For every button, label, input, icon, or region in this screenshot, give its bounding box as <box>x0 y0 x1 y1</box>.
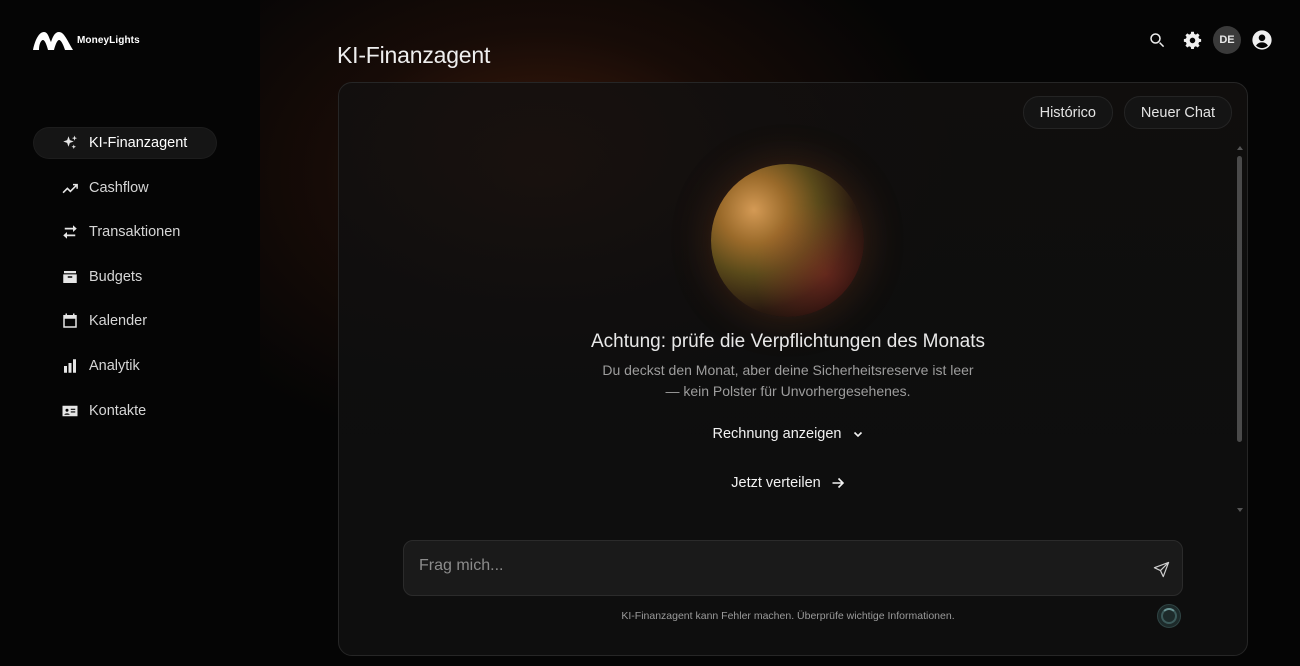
loading-spinner-icon <box>1157 604 1181 628</box>
distribute-now-label: Jetzt verteilen <box>731 475 821 491</box>
sidebar-item-label: Kalender <box>89 313 148 330</box>
search-button[interactable] <box>1143 26 1171 54</box>
assistant-orb <box>711 164 864 317</box>
brand-logo[interactable]: MoneyLights <box>33 30 140 50</box>
language-badge: DE <box>1213 26 1241 54</box>
scrollbar-thumb[interactable] <box>1237 156 1242 442</box>
user-account-icon <box>1252 30 1272 50</box>
sidebar-item-label: Kontakte <box>89 402 147 419</box>
arrow-right-icon <box>832 477 844 489</box>
show-bill-label: Rechnung anzeigen <box>712 426 842 442</box>
settings-button[interactable] <box>1178 26 1206 54</box>
sidebar-item-label: Budgets <box>89 268 143 285</box>
sparkles-icon <box>61 134 79 152</box>
archive-box-icon <box>61 268 79 286</box>
send-icon[interactable] <box>1153 561 1170 578</box>
alert-description-line: — kein Polster für Unvorhergesehenes. <box>665 383 911 399</box>
chevron-down-icon <box>853 431 862 438</box>
sidebar-item-analytik[interactable]: Analytik <box>34 351 216 381</box>
history-button[interactable]: Histórico <box>1022 96 1113 129</box>
trending-up-icon <box>61 179 79 197</box>
scroll-down-arrow[interactable] <box>1237 508 1243 512</box>
alert-description: Du deckst den Monat, aber deine Sicherhe… <box>588 360 988 402</box>
gear-icon <box>1183 31 1201 49</box>
sidebar-item-ki-finanzagent[interactable]: KI-Finanzagent <box>34 128 216 158</box>
search-icon <box>1150 33 1165 48</box>
alert-title: Achtung: prüfe die Verpflichtungen des M… <box>591 331 985 352</box>
chat-panel: Histórico Neuer Chat Achtung: prüfe die … <box>338 82 1248 656</box>
sidebar-item-label: Cashflow <box>89 179 149 196</box>
sidebar-item-label: Transaktionen <box>89 224 181 241</box>
page-title: KI-Finanzagent <box>337 42 491 69</box>
brand-mark-icon <box>33 32 73 50</box>
sidebar-item-cashflow[interactable]: Cashflow <box>34 173 216 203</box>
contact-card-icon <box>61 402 79 420</box>
sidebar-item-transaktionen[interactable]: Transaktionen <box>34 217 216 247</box>
swap-arrows-icon <box>61 223 79 241</box>
sidebar-item-kontakte[interactable]: Kontakte <box>34 396 216 426</box>
account-button[interactable] <box>1248 26 1276 54</box>
calendar-icon <box>61 312 79 330</box>
sidebar-nav: KI-Finanzagent Cashflow Transaktionen Bu… <box>34 128 216 440</box>
sidebar-item-budgets[interactable]: Budgets <box>34 262 216 292</box>
sidebar-item-kalender[interactable]: Kalender <box>34 306 216 336</box>
alert-description-line: Du deckst den Monat, aber deine Sicherhe… <box>602 362 974 378</box>
chat-input-box <box>403 540 1183 596</box>
show-bill-toggle[interactable]: Rechnung anzeigen <box>339 426 1237 442</box>
bar-chart-icon <box>61 357 79 375</box>
chat-input[interactable] <box>417 541 1121 591</box>
sidebar-item-label: Analytik <box>89 357 140 374</box>
new-chat-button[interactable]: Neuer Chat <box>1123 96 1232 129</box>
brand-name: MoneyLights <box>77 34 140 46</box>
disclaimer-text: KI-Finanzagent kann Fehler machen. Überp… <box>621 610 955 622</box>
scroll-up-arrow[interactable] <box>1237 146 1243 150</box>
language-button[interactable]: DE <box>1213 26 1241 54</box>
distribute-now-button[interactable]: Jetzt verteilen <box>339 475 1237 491</box>
sidebar-item-label: KI-Finanzagent <box>89 135 188 151</box>
header-actions: DE <box>1136 26 1276 54</box>
